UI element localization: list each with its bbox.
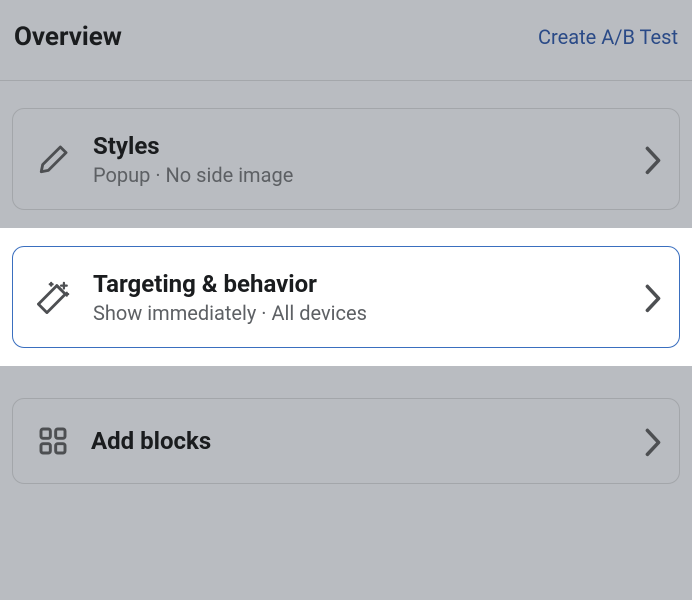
styles-title: Styles [93, 131, 645, 161]
create-ab-test-link[interactable]: Create A/B Test [538, 25, 678, 49]
active-section: Targeting & behavior Show immediately · … [0, 228, 692, 366]
page-title: Overview [14, 22, 122, 52]
add-blocks-card[interactable]: Add blocks [12, 398, 680, 484]
header: Overview Create A/B Test [0, 0, 692, 81]
chevron-right-icon [645, 146, 661, 172]
magic-wand-icon [37, 280, 71, 314]
targeting-card-text: Targeting & behavior Show immediately · … [93, 269, 645, 325]
styles-subtitle: Popup · No side image [93, 163, 645, 187]
blocks-card-text: Add blocks [91, 426, 645, 456]
styles-card-text: Styles Popup · No side image [93, 131, 645, 187]
blocks-section: Add blocks [0, 366, 692, 484]
blocks-title: Add blocks [91, 426, 645, 456]
pencil-icon [37, 142, 71, 176]
chevron-right-icon [645, 428, 661, 454]
content-area: Styles Popup · No side image [0, 81, 692, 210]
blocks-icon [37, 425, 69, 457]
targeting-title: Targeting & behavior [93, 269, 645, 299]
targeting-card[interactable]: Targeting & behavior Show immediately · … [12, 246, 680, 348]
targeting-subtitle: Show immediately · All devices [93, 301, 645, 325]
chevron-right-icon [645, 284, 661, 310]
styles-card[interactable]: Styles Popup · No side image [12, 108, 680, 210]
